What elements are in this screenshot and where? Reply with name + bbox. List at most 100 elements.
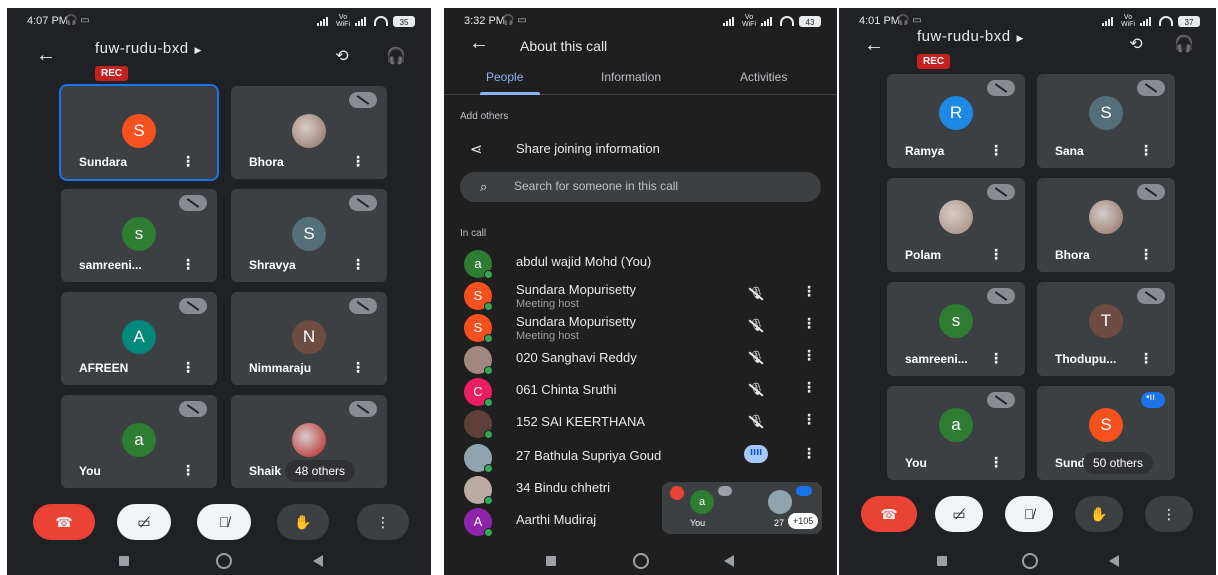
- participant-row[interactable]: C 061 Chinta Sruthi 🎙 ⋮: [444, 376, 837, 407]
- nav-back-icon[interactable]: [313, 555, 323, 567]
- meeting-code: fuw-rudu-bxd: [917, 28, 1011, 45]
- mic-off-button[interactable]: 🎙̸: [197, 504, 251, 540]
- back-arrow-icon[interactable]: ←: [468, 32, 490, 54]
- others-count-pill[interactable]: 50 others: [1083, 452, 1154, 474]
- search-input[interactable]: [512, 178, 776, 194]
- status-icons: 🎧 ▭: [65, 15, 90, 26]
- tile-more-icon[interactable]: ⋮: [181, 462, 195, 479]
- participant-tile[interactable]: a You ⋮: [887, 386, 1025, 480]
- participant-tile[interactable]: Bhora ⋮: [231, 86, 387, 179]
- participant-row[interactable]: 020 Sanghavi Reddy 🎙 ⋮: [444, 344, 837, 375]
- participant-tile[interactable]: S Sana ⋮: [1037, 74, 1175, 168]
- nav-back-icon[interactable]: [724, 555, 734, 567]
- tile-more-icon[interactable]: ⋮: [1139, 246, 1153, 263]
- participant-tile[interactable]: s samreeni... ⋮: [61, 189, 217, 282]
- participant-row[interactable]: 27 Bathula Supriya Goud ⋮: [444, 442, 837, 473]
- participant-more-icon[interactable]: ⋮: [802, 445, 816, 462]
- end-call-button[interactable]: ☎: [33, 504, 95, 540]
- participant-name: Sundara Mopurisetty: [516, 314, 636, 329]
- tile-more-icon[interactable]: ⋮: [351, 359, 365, 376]
- tile-more-icon[interactable]: ⋮: [1139, 350, 1153, 367]
- tile-more-icon[interactable]: ⋮: [351, 256, 365, 273]
- participant-photo: [292, 423, 326, 457]
- participant-avatar: A: [122, 320, 156, 354]
- participant-name: You: [79, 464, 101, 478]
- meeting-code-button[interactable]: fuw-rudu-bxd ▶: [95, 40, 202, 57]
- participant-tile[interactable]: Shaik 48 others: [231, 395, 387, 488]
- participant-row[interactable]: a abdul wajid Mohd (You): [444, 248, 837, 279]
- recents-icon[interactable]: [937, 556, 947, 566]
- tile-more-icon[interactable]: ⋮: [351, 153, 365, 170]
- participant-avatar: [464, 346, 493, 375]
- participant-tile[interactable]: Bhora ⋮: [1037, 178, 1175, 272]
- recents-icon[interactable]: [546, 556, 556, 566]
- participant-tile[interactable]: A AFREEN ⋮: [61, 292, 217, 385]
- tab-people[interactable]: People: [486, 70, 523, 84]
- participant-more-icon[interactable]: ⋮: [802, 283, 816, 300]
- camera-off-button[interactable]: ▭̸: [935, 496, 983, 532]
- raise-hand-button[interactable]: ✋: [277, 504, 329, 540]
- raise-hand-button[interactable]: ✋: [1075, 496, 1123, 532]
- home-icon[interactable]: [633, 553, 649, 569]
- end-call-button[interactable]: ☎: [861, 496, 917, 532]
- participant-tile[interactable]: S Sundara ⋮: [61, 86, 217, 179]
- participant-tile[interactable]: N Nimmaraju ⋮: [231, 292, 387, 385]
- tile-more-icon[interactable]: ⋮: [181, 153, 195, 170]
- more-options-button[interactable]: ⋮: [357, 504, 409, 540]
- participant-tile[interactable]: s samreeni... ⋮: [887, 282, 1025, 376]
- mini-other-avatar: [768, 490, 792, 514]
- in-call-label: In call: [460, 228, 487, 239]
- tile-more-icon[interactable]: ⋮: [1139, 142, 1153, 159]
- share-joining-info-row[interactable]: ⋖ Share joining information: [444, 136, 837, 162]
- mic-off-icon: 🎙̸: [218, 514, 230, 530]
- tile-more-icon[interactable]: ⋮: [181, 359, 195, 376]
- participant-tile[interactable]: S Shravya ⋮: [231, 189, 387, 282]
- camera-off-button[interactable]: ▭̸: [117, 504, 171, 540]
- switch-camera-icon[interactable]: ⟲: [331, 46, 353, 68]
- participant-tile[interactable]: S Sund50 others: [1037, 386, 1175, 480]
- participant-tile[interactable]: R Ramya ⋮: [887, 74, 1025, 168]
- nav-back-icon[interactable]: [1109, 555, 1119, 567]
- tile-more-icon[interactable]: ⋮: [989, 454, 1003, 471]
- participant-name: samreeni...: [79, 258, 142, 272]
- back-arrow-icon[interactable]: ←: [35, 44, 57, 66]
- home-icon[interactable]: [1022, 553, 1038, 569]
- audio-output-icon[interactable]: 🎧: [1173, 34, 1195, 56]
- participant-row[interactable]: 152 SAI KEERTHANA 🎙 ⋮: [444, 408, 837, 439]
- switch-camera-icon[interactable]: ⟲: [1125, 34, 1147, 56]
- participant-avatar: A: [464, 508, 493, 537]
- meeting-code-button[interactable]: fuw-rudu-bxd ▶: [917, 28, 1024, 45]
- tile-more-icon[interactable]: ⋮: [989, 350, 1003, 367]
- audio-output-icon[interactable]: 🎧: [385, 46, 407, 68]
- participant-tile[interactable]: a You ⋮: [61, 395, 217, 488]
- mic-off-icon: [987, 184, 1015, 200]
- participant-more-icon[interactable]: ⋮: [802, 379, 816, 396]
- tab-information[interactable]: Information: [601, 70, 661, 84]
- more-vert-icon: ⋮: [1162, 506, 1176, 522]
- mic-off-button[interactable]: 🎙̸: [1005, 496, 1053, 532]
- participant-row[interactable]: S Sundara Mopurisetty Meeting host 🎙 ⋮: [444, 280, 837, 311]
- mic-off-icon: 🎙: [749, 318, 765, 332]
- recents-icon[interactable]: [119, 556, 129, 566]
- self-preview-widget[interactable]: a You 27 +105: [662, 482, 822, 534]
- others-count-pill[interactable]: 48 others: [285, 460, 356, 482]
- participant-row[interactable]: S Sundara Mopurisetty Meeting host 🎙 ⋮: [444, 312, 837, 343]
- presence-dot: [484, 302, 493, 311]
- wifi-icon: [1159, 16, 1173, 26]
- tile-more-icon[interactable]: ⋮: [181, 256, 195, 273]
- tab-indicator: [480, 92, 540, 95]
- tile-more-icon[interactable]: ⋮: [989, 246, 1003, 263]
- participant-more-icon[interactable]: ⋮: [802, 315, 816, 332]
- more-options-button[interactable]: ⋮: [1145, 496, 1193, 532]
- participant-tile[interactable]: T Thodupu... ⋮: [1037, 282, 1175, 376]
- tab-activities[interactable]: Activities: [740, 70, 787, 84]
- participant-more-icon[interactable]: ⋮: [802, 411, 816, 428]
- back-arrow-icon[interactable]: ←: [863, 34, 885, 56]
- home-icon[interactable]: [216, 553, 232, 569]
- tile-more-icon[interactable]: ⋮: [989, 142, 1003, 159]
- participant-more-icon[interactable]: ⋮: [802, 347, 816, 364]
- participant-tile[interactable]: Polam ⋮: [887, 178, 1025, 272]
- participant-role: Meeting host: [516, 298, 579, 310]
- tab-bar: People Information Activities: [444, 66, 837, 95]
- signal-icon-2: [355, 16, 369, 26]
